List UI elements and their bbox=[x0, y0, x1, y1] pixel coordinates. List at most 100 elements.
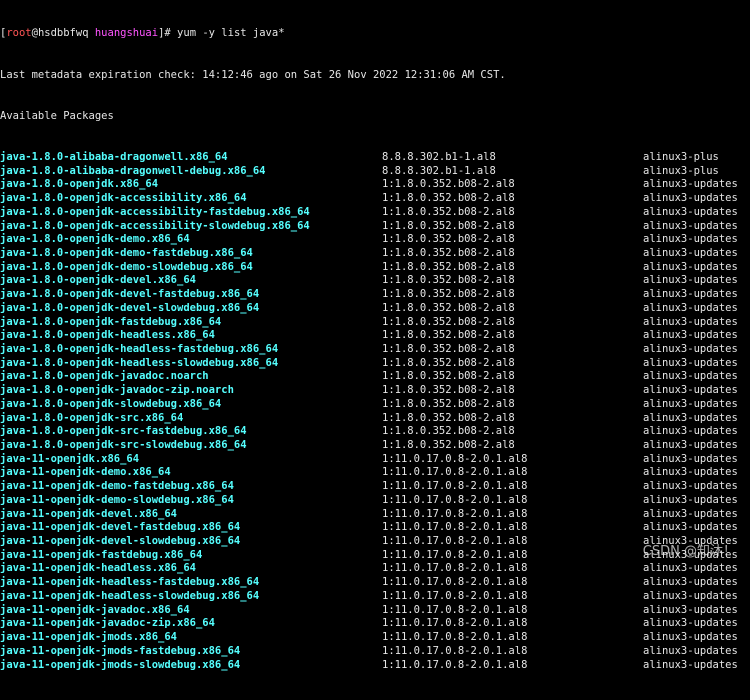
prompt-path: huangshuai bbox=[94, 27, 159, 40]
package-name: java-11-openjdk-jmods-slowdebug.x86_64 bbox=[0, 658, 241, 671]
package-version: 1:1.8.0.352.b08-2.al8 bbox=[382, 178, 515, 191]
terminal-window[interactable]: [root@hsdbbfwq huangshuai]# yum -y list … bbox=[0, 0, 750, 671]
package-name: java-11-openjdk-demo-slowdebug.x86_64 bbox=[0, 493, 234, 506]
package-repo: alinux3-updates bbox=[643, 356, 738, 369]
package-version: 1:1.8.0.352.b08-2.al8 bbox=[382, 439, 515, 451]
package-repo: alinux3-updates bbox=[643, 274, 738, 287]
package-version: 1:11.0.17.0.8-2.0.1.al8 bbox=[382, 452, 528, 465]
package-repo: alinux3-updates bbox=[643, 411, 738, 424]
package-row: java-1.8.0-openjdk-devel-slowdebug.x86_6… bbox=[0, 302, 750, 316]
package-name: java-1.8.0-openjdk-headless-slowdebug.x8… bbox=[0, 356, 279, 369]
package-repo: alinux3-updates bbox=[643, 205, 738, 218]
package-name: java-11-openjdk-headless-fastdebug.x86_6… bbox=[0, 576, 260, 589]
package-version: 1:1.8.0.352.b08-2.al8 bbox=[382, 397, 515, 410]
package-version: 1:11.0.17.0.8-2.0.1.al8 bbox=[382, 617, 528, 630]
package-row: java-11-openjdk.x86_64 1:11.0.17.0.8-2.0.… bbox=[0, 453, 750, 467]
package-version: 1:11.0.17.0.8-2.0.1.al8 bbox=[382, 548, 528, 561]
package-row: java-1.8.0-openjdk-demo-fastdebug.x86_64… bbox=[0, 247, 750, 261]
package-name: java-11-openjdk-jmods.x86_64 bbox=[0, 631, 178, 644]
package-row: java-11-openjdk-demo-fastdebug.x86_64 1:1… bbox=[0, 480, 750, 494]
package-name: java-1.8.0-openjdk-accessibility.x86_64 bbox=[0, 192, 247, 205]
package-version: 1:11.0.17.0.8-2.0.1.al8 bbox=[382, 631, 528, 644]
package-version: 1:1.8.0.352.b08-2.al8 bbox=[382, 315, 515, 328]
package-row: java-1.8.0-openjdk-headless.x86_64 1:1.8.… bbox=[0, 329, 750, 343]
package-version: 8.8.8.302.b1-1.al8 bbox=[382, 164, 496, 177]
package-version: 1:1.8.0.352.b08-2.al8 bbox=[382, 246, 515, 259]
metadata-line: Last metadata expiration check: 14:12:46… bbox=[0, 68, 506, 81]
package-row: java-1.8.0-openjdk-javadoc-zip.noarch 1:1… bbox=[0, 384, 750, 398]
package-name: java-11-openjdk-devel-slowdebug.x86_64 bbox=[0, 535, 241, 548]
package-name: java-11-openjdk-headless-slowdebug.x86_6… bbox=[0, 589, 260, 602]
package-row: java-11-openjdk-jmods-fastdebug.x86_64 1:… bbox=[0, 645, 750, 659]
package-version: 1:11.0.17.0.8-2.0.1.al8 bbox=[382, 644, 528, 657]
package-version: 1:1.8.0.352.b08-2.al8 bbox=[382, 384, 515, 397]
package-version: 1:1.8.0.352.b08-2.al8 bbox=[382, 370, 515, 383]
package-repo: alinux3-updates bbox=[643, 521, 738, 534]
prompt-line: [root@hsdbbfwq huangshuai]# yum -y list … bbox=[0, 27, 750, 41]
package-version: 1:1.8.0.352.b08-2.al8 bbox=[382, 288, 515, 301]
package-repo: alinux3-updates bbox=[643, 644, 738, 657]
package-row: java-1.8.0-openjdk-slowdebug.x86_64 1:1.8… bbox=[0, 398, 750, 412]
package-version: 1:11.0.17.0.8-2.0.1.al8 bbox=[382, 576, 528, 589]
package-row: java-11-openjdk-devel-slowdebug.x86_64 1:… bbox=[0, 535, 750, 549]
package-version: 1:11.0.17.0.8-2.0.1.al8 bbox=[382, 589, 528, 602]
package-repo: alinux3-plus bbox=[643, 150, 719, 163]
package-repo: alinux3-updates bbox=[643, 425, 738, 438]
package-row: java-11-openjdk-demo-slowdebug.x86_64 1:1… bbox=[0, 494, 750, 508]
package-row: java-11-openjdk-demo.x86_64 1:11.0.17.0.8… bbox=[0, 466, 750, 480]
package-name: java-11-openjdk-devel.x86_64 bbox=[0, 507, 178, 520]
package-name: java-1.8.0-openjdk-javadoc-zip.noarch bbox=[0, 384, 234, 397]
package-name: java-1.8.0-alibaba-dragonwell.x86_64 bbox=[0, 150, 228, 163]
package-repo: alinux3-updates bbox=[643, 246, 738, 259]
package-version: 1:1.8.0.352.b08-2.al8 bbox=[382, 342, 515, 355]
package-version: 1:1.8.0.352.b08-2.al8 bbox=[382, 425, 515, 438]
package-repo: alinux3-updates bbox=[643, 480, 738, 493]
package-row: java-11-openjdk-javadoc.x86_64 1:11.0.17.… bbox=[0, 604, 750, 618]
package-name: java-1.8.0-openjdk-devel-fastdebug.x86_6… bbox=[0, 288, 260, 301]
package-repo: alinux3-updates bbox=[643, 288, 738, 301]
package-row: java-1.8.0-openjdk-demo.x86_64 1:1.8.0.35… bbox=[0, 233, 750, 247]
package-version: 1:11.0.17.0.8-2.0.1.al8 bbox=[382, 466, 528, 479]
package-repo: alinux3-updates bbox=[643, 576, 738, 589]
package-repo: alinux3-updates bbox=[643, 397, 738, 410]
package-row: java-1.8.0-openjdk-src.x86_64 1:1.8.0.352… bbox=[0, 412, 750, 426]
package-repo: alinux3-updates bbox=[643, 315, 738, 328]
package-name: java-1.8.0-openjdk-src.x86_64 bbox=[0, 411, 184, 424]
package-repo: alinux3-updates bbox=[643, 452, 738, 465]
package-name: java-1.8.0-openjdk-accessibility-fastdeb… bbox=[0, 205, 310, 218]
package-repo: alinux3-updates bbox=[643, 507, 738, 520]
available-header: Available Packages bbox=[0, 109, 114, 122]
package-row: java-1.8.0-openjdk-fastdebug.x86_64 1:1.8… bbox=[0, 316, 750, 330]
package-name: java-11-openjdk-demo-fastdebug.x86_64 bbox=[0, 480, 234, 493]
package-version: 1:11.0.17.0.8-2.0.1.al8 bbox=[382, 535, 528, 548]
package-row: java-1.8.0-openjdk-accessibility.x86_64 1… bbox=[0, 192, 750, 206]
package-row: java-11-openjdk-devel.x86_64 1:11.0.17.0.… bbox=[0, 508, 750, 522]
package-row: java-11-openjdk-headless-fastdebug.x86_6… bbox=[0, 576, 750, 590]
package-repo: alinux3-updates bbox=[643, 329, 738, 342]
package-repo: alinux3-updates bbox=[643, 603, 738, 616]
package-version: 1:11.0.17.0.8-2.0.1.al8 bbox=[382, 603, 528, 616]
package-repo: alinux3-updates bbox=[643, 617, 738, 630]
package-row: java-11-openjdk-headless.x86_64 1:11.0.17… bbox=[0, 562, 750, 576]
package-row: java-1.8.0-openjdk-headless-fastdebug.x8… bbox=[0, 343, 750, 357]
watermark: CSDN @知沐！ bbox=[642, 544, 736, 560]
package-version: 1:11.0.17.0.8-2.0.1.al8 bbox=[382, 480, 528, 493]
package-name: java-11-openjdk-javadoc.x86_64 bbox=[0, 603, 190, 616]
package-version: 1:1.8.0.352.b08-2.al8 bbox=[382, 301, 515, 314]
prompt-user: root bbox=[6, 27, 32, 40]
package-name: java-1.8.0-openjdk-src-fastdebug.x86_64 bbox=[0, 425, 247, 438]
package-repo: alinux3-updates bbox=[643, 260, 738, 273]
package-version: 8.8.8.302.b1-1.al8 bbox=[382, 150, 496, 163]
package-version: 1:11.0.17.0.8-2.0.1.al8 bbox=[382, 562, 528, 575]
package-name: java-11-openjdk-fastdebug.x86_64 bbox=[0, 548, 203, 561]
package-name: java-1.8.0-openjdk-src-slowdebug.x86_64 bbox=[0, 439, 247, 451]
package-row: java-11-openjdk-javadoc-zip.x86_64 1:11.0… bbox=[0, 617, 750, 631]
package-name: java-1.8.0-alibaba-dragonwell-debug.x86_… bbox=[0, 164, 266, 177]
package-repo: alinux3-updates bbox=[643, 370, 738, 383]
package-repo: alinux3-updates bbox=[643, 219, 738, 232]
package-version: 1:1.8.0.352.b08-2.al8 bbox=[382, 205, 515, 218]
package-row: java-1.8.0-openjdk-javadoc.noarch 1:1.8.0… bbox=[0, 370, 750, 384]
package-name: java-1.8.0-openjdk-demo-fastdebug.x86_64 bbox=[0, 246, 253, 259]
package-name: java-11-openjdk-devel-fastdebug.x86_64 bbox=[0, 521, 241, 534]
package-row: java-11-openjdk-headless-slowdebug.x86_6… bbox=[0, 590, 750, 604]
